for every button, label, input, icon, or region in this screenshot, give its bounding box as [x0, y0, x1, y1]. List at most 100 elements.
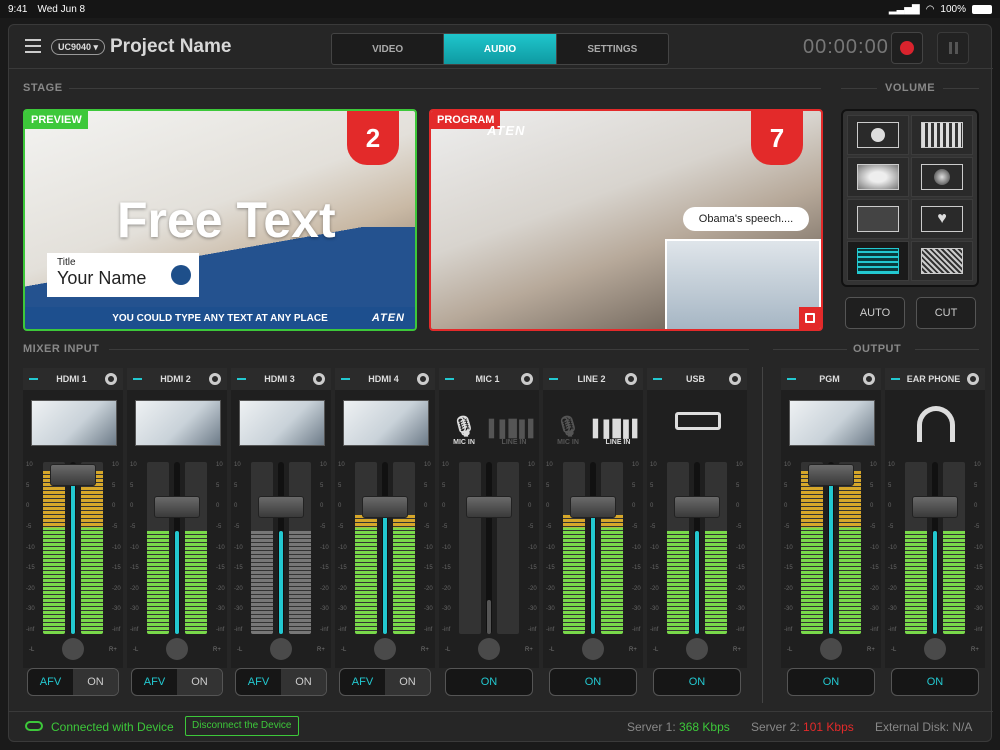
pause-button[interactable]: [937, 32, 969, 64]
scale-tick: -10: [736, 544, 745, 551]
gear-icon[interactable]: [729, 373, 741, 385]
fader-track[interactable]: [932, 462, 938, 634]
pan-right-label: R+: [733, 647, 741, 653]
pan-knob[interactable]: [374, 638, 396, 660]
record-button[interactable]: [891, 32, 923, 64]
fader-knob[interactable]: [50, 464, 96, 486]
collapse-icon[interactable]: [29, 378, 38, 380]
collapse-icon[interactable]: [549, 378, 558, 380]
fader-track[interactable]: [590, 462, 596, 634]
gear-icon[interactable]: [417, 373, 429, 385]
scale-tick: -15: [546, 565, 555, 572]
on-button[interactable]: ON: [654, 669, 740, 695]
transition-circle[interactable]: [847, 115, 909, 155]
gear-icon[interactable]: [105, 373, 117, 385]
mic-in-option[interactable]: 🎙 MIC IN: [543, 398, 593, 450]
collapse-icon[interactable]: [787, 378, 796, 380]
scale-tick: 0: [26, 503, 30, 510]
speech-bubble-overlay[interactable]: Obama's speech....: [683, 207, 809, 231]
fader-knob[interactable]: [570, 496, 616, 518]
afv-button[interactable]: AFV: [132, 669, 177, 695]
pan-knob[interactable]: [270, 638, 292, 660]
battery-icon: [972, 4, 992, 14]
scale-tick: 10: [888, 462, 895, 468]
on-button[interactable]: ON: [892, 669, 978, 695]
gear-icon[interactable]: [209, 373, 221, 385]
program-viewer[interactable]: PROGRAM ATEN 7 Obama's speech....: [429, 109, 823, 331]
preview-viewer[interactable]: PREVIEW 2 Free Text Title Your Name YOU …: [23, 109, 417, 331]
disconnect-button[interactable]: Disconnect the Device: [185, 716, 299, 736]
collapse-icon[interactable]: [891, 378, 900, 380]
pan-knob[interactable]: [478, 638, 500, 660]
preview-footer-bar[interactable]: YOU COULD TYPE ANY TEXT AT ANY PLACE: [25, 307, 415, 329]
on-button[interactable]: ON: [281, 669, 326, 695]
cut-button[interactable]: CUT: [916, 297, 976, 329]
fader-knob[interactable]: [674, 496, 720, 518]
pan-knob[interactable]: [582, 638, 604, 660]
auto-button[interactable]: AUTO: [845, 297, 905, 329]
scale-tick: 5: [784, 482, 788, 489]
tab-audio[interactable]: AUDIO: [444, 34, 557, 64]
gear-icon[interactable]: [625, 373, 637, 385]
fader-knob[interactable]: [466, 496, 512, 518]
picture-in-picture[interactable]: [665, 239, 821, 329]
on-button[interactable]: ON: [446, 669, 532, 695]
afv-button[interactable]: AFV: [340, 669, 385, 695]
on-button[interactable]: ON: [385, 669, 430, 695]
fader-knob[interactable]: [912, 496, 958, 518]
model-selector[interactable]: UC9040 ▾: [51, 39, 106, 55]
fader-track[interactable]: [174, 462, 180, 634]
gear-icon[interactable]: [521, 373, 533, 385]
transition-noise[interactable]: [911, 241, 973, 281]
gear-icon[interactable]: [863, 373, 875, 385]
tab-settings[interactable]: SETTINGS: [557, 34, 668, 64]
fader-track[interactable]: [382, 462, 388, 634]
scale-tick: -inf: [528, 627, 537, 633]
on-button[interactable]: ON: [73, 669, 118, 695]
transition-heart[interactable]: ♥: [911, 199, 973, 239]
afv-button[interactable]: AFV: [28, 669, 73, 695]
collapse-icon[interactable]: [341, 378, 350, 380]
on-button[interactable]: ON: [177, 669, 222, 695]
fader-track[interactable]: [278, 462, 284, 634]
transition-fade[interactable]: [847, 199, 909, 239]
collapse-icon[interactable]: [133, 378, 142, 380]
line-in-option[interactable]: ▍▌▋▌▍ LINE IN: [489, 398, 541, 450]
fader-track[interactable]: [486, 462, 492, 634]
on-button[interactable]: ON: [550, 669, 636, 695]
free-text-overlay[interactable]: Free Text: [117, 191, 336, 249]
pan-knob[interactable]: [166, 638, 188, 660]
line-in-option[interactable]: ▍▌▋▌▍ LINE IN: [593, 398, 645, 450]
collapse-icon[interactable]: [237, 378, 246, 380]
transition-dissolve[interactable]: [847, 157, 909, 197]
transition-grid-selected[interactable]: [847, 241, 909, 281]
transition-bars[interactable]: [911, 115, 973, 155]
fader-level: [591, 513, 595, 634]
collapse-icon[interactable]: [445, 378, 454, 380]
pan-knob[interactable]: [686, 638, 708, 660]
fader-track[interactable]: [70, 462, 76, 634]
fullscreen-icon[interactable]: [799, 307, 821, 329]
hamburger-menu-icon[interactable]: [25, 39, 41, 53]
name-title-overlay[interactable]: Title Your Name: [47, 253, 199, 297]
afv-button[interactable]: AFV: [236, 669, 281, 695]
gear-icon[interactable]: [313, 373, 325, 385]
collapse-icon[interactable]: [653, 378, 662, 380]
pan-knob[interactable]: [820, 638, 842, 660]
gear-icon[interactable]: [967, 373, 979, 385]
fader-knob[interactable]: [808, 464, 854, 486]
fader-track[interactable]: [694, 462, 700, 634]
fader-track[interactable]: [828, 462, 834, 634]
transition-soft-circle[interactable]: [911, 157, 973, 197]
mic-in-option[interactable]: 🎙 MIC IN: [439, 398, 489, 450]
pan-knob[interactable]: [62, 638, 84, 660]
fader-knob[interactable]: [154, 496, 200, 518]
on-button[interactable]: ON: [788, 669, 874, 695]
channel-name: LINE 2: [577, 374, 606, 384]
tab-video[interactable]: VIDEO: [332, 34, 445, 64]
fader-knob[interactable]: [362, 496, 408, 518]
channel-name: PGM: [819, 374, 840, 384]
pan-left-label: -L: [341, 647, 347, 653]
pan-knob[interactable]: [924, 638, 946, 660]
fader-knob[interactable]: [258, 496, 304, 518]
